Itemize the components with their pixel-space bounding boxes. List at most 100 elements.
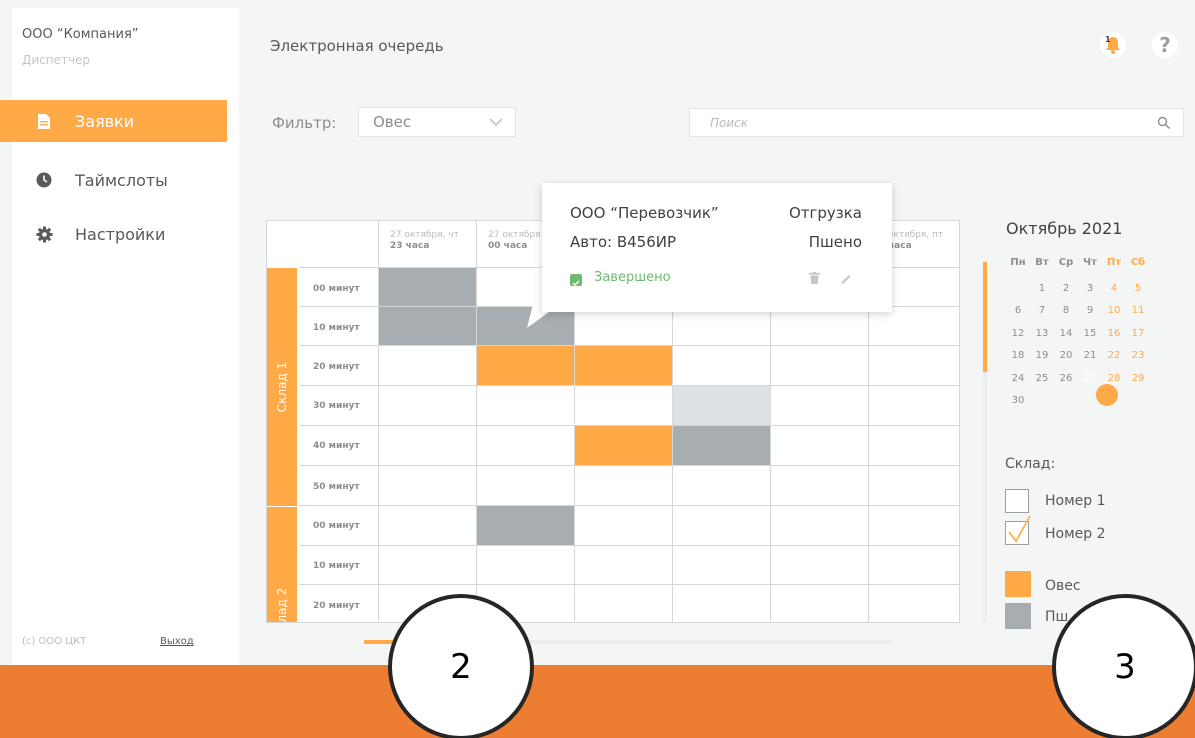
booking-cell[interactable] bbox=[476, 345, 574, 385]
calendar-day[interactable]: 6 bbox=[1006, 305, 1030, 316]
calendar-weekday: Вт bbox=[1035, 257, 1049, 268]
search-icon bbox=[1157, 116, 1171, 130]
selected-day-marker bbox=[1096, 384, 1118, 406]
slot-label: 00 минут bbox=[313, 284, 360, 294]
calendar-day[interactable]: 20 bbox=[1054, 350, 1078, 361]
slot-label: 30 минут bbox=[313, 401, 360, 411]
slot-label: 10 минут bbox=[313, 561, 360, 571]
calendar-day[interactable]: 5 bbox=[1126, 283, 1150, 294]
calendar-day[interactable]: 11 bbox=[1126, 305, 1150, 316]
warehouse-2-option: Номер 2 bbox=[1045, 526, 1106, 542]
filter-value: Овес bbox=[373, 113, 412, 131]
calendar-day[interactable]: 23 bbox=[1126, 350, 1150, 361]
calendar-day[interactable]: 24 bbox=[1006, 373, 1030, 384]
nav-item-settings[interactable]: Настройки bbox=[0, 213, 227, 255]
nav-item-timeslots[interactable]: Таймслоты bbox=[0, 159, 227, 201]
calendar-day[interactable]: 9 bbox=[1078, 305, 1102, 316]
filter-select[interactable]: Овес bbox=[358, 107, 516, 137]
popup-status: Завершено bbox=[594, 270, 671, 285]
calendar-day[interactable]: 7 bbox=[1030, 305, 1054, 316]
nav-item-label: Настройки bbox=[75, 224, 166, 244]
nav-item-label: Заявки bbox=[75, 111, 135, 131]
calendar-month: Октябрь 2021 bbox=[1006, 219, 1123, 238]
slot-label: 40 минут bbox=[313, 441, 360, 451]
calendar-day[interactable]: 1 bbox=[1030, 283, 1054, 294]
day-date: октября, пт bbox=[888, 230, 944, 240]
calendar-day[interactable]: 21 bbox=[1078, 350, 1102, 361]
calendar-weekday: Пт bbox=[1106, 257, 1122, 268]
booking-cell[interactable] bbox=[378, 267, 476, 306]
overlay-band bbox=[0, 665, 1195, 738]
search-placeholder: Поиск bbox=[710, 116, 749, 130]
calendar-day[interactable]: 13 bbox=[1030, 328, 1054, 339]
booking-cell[interactable] bbox=[574, 425, 672, 465]
legend-label-oats: Овес bbox=[1045, 578, 1081, 594]
calendar-day[interactable]: 27 bbox=[1078, 373, 1102, 384]
calendar-day[interactable]: 16 bbox=[1102, 328, 1126, 339]
warehouse-filter-label: Склад: bbox=[1005, 456, 1056, 472]
calendar-day[interactable]: 18 bbox=[1006, 350, 1030, 361]
calendar-day[interactable]: 10 bbox=[1102, 305, 1126, 316]
calendar-scroll-thumb[interactable] bbox=[983, 262, 987, 372]
calendar-day[interactable]: 3 bbox=[1078, 283, 1102, 294]
calendar-day[interactable]: 14 bbox=[1054, 328, 1078, 339]
document-icon bbox=[33, 113, 55, 129]
warehouse-1-label: Склад 1 bbox=[275, 361, 289, 413]
calendar-weekday: Чт bbox=[1083, 257, 1097, 268]
copyright: (c) ООО ЦКТ bbox=[22, 636, 87, 647]
warehouse-1-option: Номер 1 bbox=[1045, 493, 1106, 509]
slot-label: 10 минут bbox=[313, 323, 360, 333]
calendar-weekday: Ср bbox=[1058, 257, 1074, 268]
bell-icon bbox=[1106, 37, 1120, 54]
chevron-down-icon bbox=[489, 118, 503, 126]
calendar-day[interactable]: 2 bbox=[1054, 283, 1078, 294]
calendar-day[interactable]: 30 bbox=[1006, 395, 1030, 406]
checkmark-icon bbox=[1008, 515, 1031, 543]
trash-icon[interactable] bbox=[809, 272, 820, 284]
legend-swatch-millet bbox=[1005, 603, 1031, 629]
calendar-weekday: Пн bbox=[1010, 257, 1026, 268]
slot-label: 20 минут bbox=[313, 362, 360, 372]
booking-cell[interactable] bbox=[672, 425, 770, 465]
booking-cell[interactable] bbox=[476, 505, 574, 545]
legend-swatch-oats bbox=[1005, 571, 1031, 597]
filter-label: Фильтр: bbox=[272, 114, 337, 132]
warehouse-2-label: Склад 2 bbox=[275, 587, 289, 623]
calendar-day[interactable]: 22 bbox=[1102, 350, 1126, 361]
calendar-day[interactable]: 17 bbox=[1126, 328, 1150, 339]
day-header: 27 октября 00 часа bbox=[478, 221, 541, 267]
edit-icon[interactable] bbox=[840, 272, 852, 284]
calendar-day[interactable]: 26 bbox=[1054, 373, 1078, 384]
day-date: 27 октября, чт bbox=[390, 230, 459, 240]
calendar-day[interactable]: 15 bbox=[1078, 328, 1102, 339]
warehouse-1-checkbox[interactable] bbox=[1005, 489, 1029, 513]
notifications-button[interactable]: 1 bbox=[1100, 32, 1126, 58]
day-hour: 00 часа bbox=[488, 241, 528, 251]
logout-link[interactable]: Выход bbox=[160, 636, 194, 647]
day-header: 27 октября, чт 23 часа bbox=[380, 221, 459, 267]
nav-item-label: Таймслоты bbox=[75, 170, 168, 190]
gear-icon bbox=[33, 226, 55, 243]
status-check-icon bbox=[570, 274, 582, 287]
calendar-day[interactable]: 29 bbox=[1126, 373, 1150, 384]
day-hour: часа bbox=[888, 241, 912, 251]
calendar-day[interactable]: 28 bbox=[1102, 373, 1126, 384]
calendar-day[interactable]: 4 bbox=[1102, 283, 1126, 294]
nav-item-requests[interactable]: Заявки bbox=[0, 100, 227, 142]
booking-popup: ООО “Перевозчик” Отгрузка Авто: В456ИР П… bbox=[542, 183, 892, 312]
popup-vehicle: Авто: В456ИР bbox=[570, 233, 677, 251]
calendar-day[interactable]: 25 bbox=[1030, 373, 1054, 384]
booking-cell[interactable] bbox=[378, 306, 476, 345]
popup-cargo: Пшено bbox=[808, 233, 862, 251]
booking-cell[interactable] bbox=[574, 345, 672, 385]
booking-cell[interactable] bbox=[672, 385, 770, 425]
calendar-day[interactable]: 19 bbox=[1030, 350, 1054, 361]
search-input[interactable]: Поиск bbox=[689, 108, 1184, 137]
calendar-day[interactable]: 8 bbox=[1054, 305, 1078, 316]
calendar-day[interactable]: 12 bbox=[1006, 328, 1030, 339]
slot-label: 50 минут bbox=[313, 482, 360, 492]
day-date: 27 октября bbox=[488, 230, 541, 240]
warehouse-2-checkbox[interactable] bbox=[1005, 515, 1031, 545]
slot-label: 00 минут bbox=[313, 521, 360, 531]
help-button[interactable]: ? bbox=[1152, 32, 1178, 58]
